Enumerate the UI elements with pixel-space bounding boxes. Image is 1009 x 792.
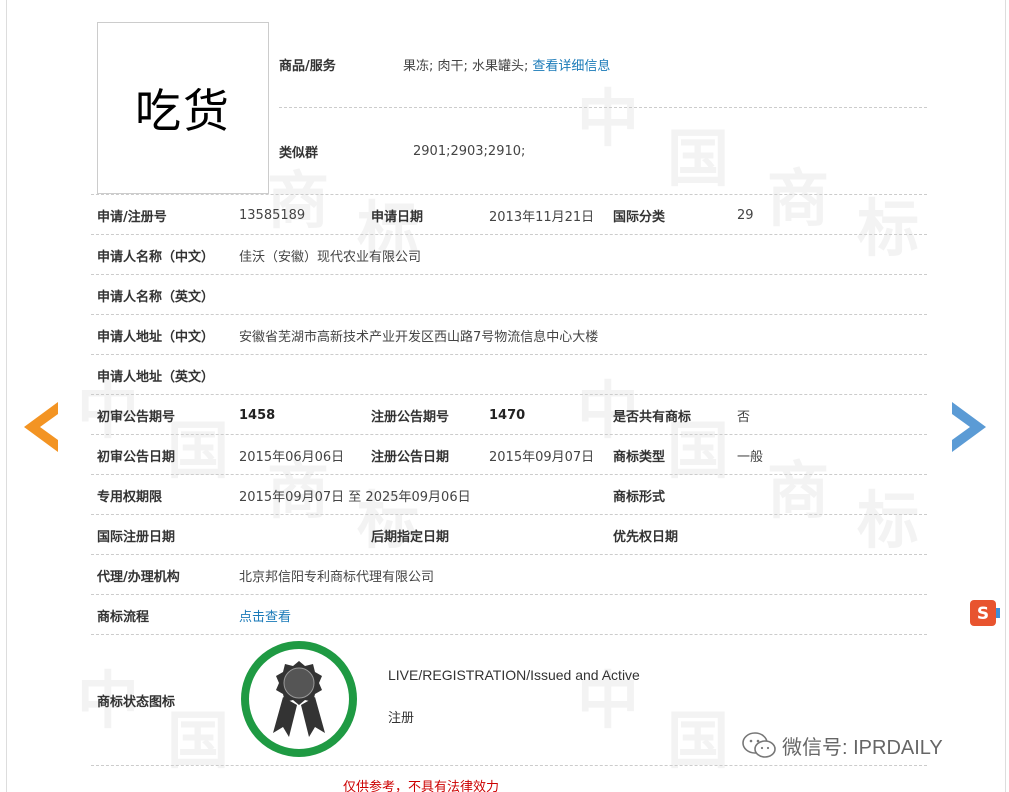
reg-date-label: 注册公告日期 bbox=[371, 449, 450, 465]
detail-row: 国际注册日期 后期指定日期 优先权日期 bbox=[91, 514, 927, 554]
tm-type-value: 一般 bbox=[737, 449, 764, 465]
similar-group-label: 类似群 bbox=[279, 145, 319, 161]
detail-row: 代理/办理机构 北京邦信阳专利商标代理有限公司 bbox=[91, 554, 927, 594]
goods-services-row: 商品/服务 果冻; 肉干; 水果罐头; 查看详细信息 bbox=[279, 22, 927, 108]
applicant-cn-value: 佳沃（安徽）现代农业有限公司 bbox=[239, 249, 422, 265]
agent-value: 北京邦信阳专利商标代理有限公司 bbox=[239, 569, 435, 585]
detail-row: 申请/注册号 13585189 申请日期 2013年11月21日 国际分类 29 bbox=[91, 194, 927, 234]
prelim-date-label: 初审公告日期 bbox=[97, 449, 176, 465]
shared-tm-value: 否 bbox=[737, 409, 751, 425]
trademark-image: 吃货 bbox=[97, 22, 269, 194]
process-label: 商标流程 bbox=[97, 609, 150, 625]
tm-type-label: 商标类型 bbox=[613, 449, 666, 465]
agent-label: 代理/办理机构 bbox=[97, 569, 180, 585]
applicant-en-label: 申请人名称（英文） bbox=[97, 289, 215, 305]
detail-row: 商标流程 点击查看 bbox=[91, 594, 927, 634]
tm-form-label: 商标形式 bbox=[613, 489, 666, 505]
detail-row: 申请人名称（中文） 佳沃（安徽）现代农业有限公司 bbox=[91, 234, 927, 274]
detail-row: 初审公告日期 2015年06月06日 注册公告日期 2015年09月07日 商标… bbox=[91, 434, 927, 474]
page-frame: 中 国 商 标 商 标 中 国 商 标 中 国 商 标 中 国 中 国 吃货 商… bbox=[6, 0, 1006, 792]
svg-text:S: S bbox=[977, 604, 989, 624]
later-date-label: 后期指定日期 bbox=[371, 529, 450, 545]
sogou-icon[interactable]: S bbox=[970, 600, 1000, 626]
prelim-issue-label: 初审公告期号 bbox=[97, 409, 176, 425]
intl-class-value: 29 bbox=[737, 207, 754, 223]
apply-date-label: 申请日期 bbox=[371, 209, 424, 225]
reg-no-label: 申请/注册号 bbox=[97, 209, 167, 225]
address-en-label: 申请人地址（英文） bbox=[97, 369, 215, 385]
status-icon-label: 商标状态图标 bbox=[97, 695, 176, 710]
detail-row: 申请人地址（英文） bbox=[91, 354, 927, 394]
apply-date-value: 2013年11月21日 bbox=[489, 209, 595, 225]
arrow-right-icon[interactable] bbox=[952, 402, 986, 452]
exclusive-period-value: 2015年09月07日 至 2025年09月06日 bbox=[239, 489, 471, 505]
view-details-link[interactable]: 查看详细信息 bbox=[532, 55, 610, 74]
prelim-date-value: 2015年06月06日 bbox=[239, 449, 345, 465]
process-view-link[interactable]: 点击查看 bbox=[239, 595, 291, 635]
detail-row: 初审公告期号 1458 注册公告期号 1470 是否共有商标 否 bbox=[91, 394, 927, 434]
award-badge-icon bbox=[241, 641, 357, 757]
wechat-id-text: 微信号: IPRDAILY bbox=[782, 737, 943, 759]
goods-services-value: 果冻; 肉干; 水果罐头; bbox=[403, 59, 529, 74]
prelim-issue-value: 1458 bbox=[239, 407, 276, 423]
reg-issue-label: 注册公告期号 bbox=[371, 409, 450, 425]
arrow-left-icon[interactable] bbox=[24, 402, 58, 452]
goods-services-label: 商品/服务 bbox=[279, 59, 336, 74]
status-cn-text: 注册 bbox=[388, 711, 415, 726]
trademark-logo-text: 吃货 bbox=[135, 84, 231, 138]
shared-tm-label: 是否共有商标 bbox=[613, 409, 692, 425]
intl-class-label: 国际分类 bbox=[613, 209, 666, 225]
exclusive-period-label: 专用权期限 bbox=[97, 489, 163, 505]
detail-row: 申请人名称（英文） bbox=[91, 274, 927, 314]
reg-no-value: 13585189 bbox=[239, 207, 306, 223]
wechat-watermark: 微信号: IPRDAILY bbox=[742, 731, 943, 760]
similar-group-value: 2901;2903;2910; bbox=[413, 143, 526, 159]
applicant-cn-label: 申请人名称（中文） bbox=[97, 249, 215, 265]
address-cn-value: 安徽省芜湖市高新技术产业开发区西山路7号物流信息中心大楼 bbox=[239, 329, 599, 345]
status-en-text: LIVE/REGISTRATION/Issued and Active bbox=[388, 667, 640, 683]
intl-reg-date-label: 国际注册日期 bbox=[97, 529, 176, 545]
detail-row: 申请人地址（中文） 安徽省芜湖市高新技术产业开发区西山路7号物流信息中心大楼 bbox=[91, 314, 927, 354]
detail-row: 专用权期限 2015年09月07日 至 2025年09月06日 商标形式 bbox=[91, 474, 927, 514]
wechat-icon bbox=[742, 731, 776, 758]
address-cn-label: 申请人地址（中文） bbox=[97, 329, 215, 345]
priority-date-label: 优先权日期 bbox=[613, 529, 679, 545]
reg-issue-value: 1470 bbox=[489, 407, 526, 423]
disclaimer-text: 仅供参考，不具有法律效力 bbox=[343, 780, 500, 792]
reg-date-value: 2015年09月07日 bbox=[489, 449, 595, 465]
similar-group-row: 类似群 2901;2903;2910; bbox=[279, 108, 927, 194]
